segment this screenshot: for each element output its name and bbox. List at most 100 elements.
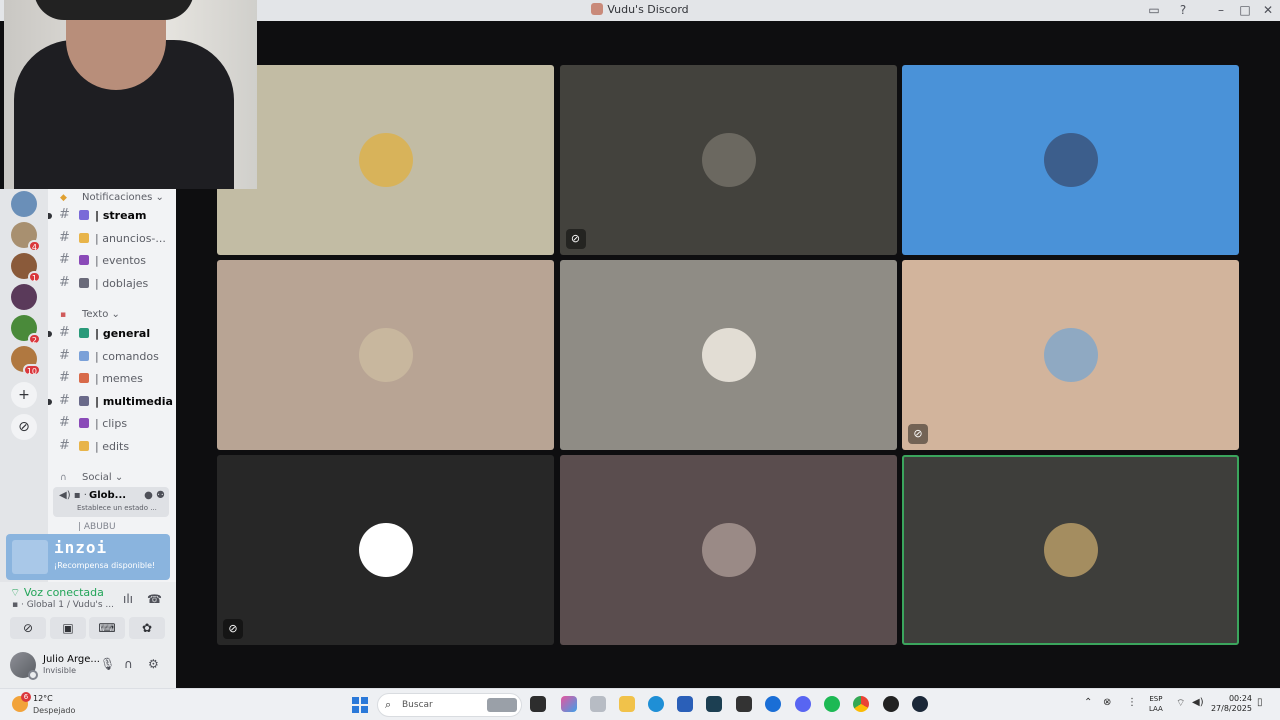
hash-icon: #	[59, 347, 70, 363]
hash-icon: #	[59, 415, 70, 431]
participant-tile[interactable]	[559, 260, 897, 450]
close-icon[interactable]: ✕	[1259, 2, 1277, 18]
mention-badge: 1	[27, 271, 41, 283]
chrome-icon[interactable]	[853, 696, 869, 712]
server-icon[interactable]: 4	[11, 222, 41, 252]
participant-avatar	[701, 133, 756, 187]
noise-suppression-icon[interactable]: ılı	[123, 592, 133, 606]
user-panel: Julio Arge... Invisible 🎙︎ ∩ ⚙	[0, 646, 176, 688]
participant-tile[interactable]: ⊘	[559, 65, 897, 255]
channel-name: | general	[95, 327, 151, 340]
chat-icon[interactable]: ● ⚉	[144, 490, 165, 501]
participant-avatar	[359, 328, 413, 382]
channel-item[interactable]: # | comandos	[48, 347, 176, 367]
chevron-up-icon[interactable]: ⌃	[1084, 697, 1092, 708]
channel-name: | doblajes	[95, 276, 149, 290]
participant-avatar	[701, 523, 756, 577]
wifi-icon[interactable]: ⌔	[1176, 697, 1185, 710]
hash-icon: #	[59, 438, 70, 453]
channel-emoji-icon	[79, 255, 89, 266]
edge-icon[interactable]	[648, 696, 664, 712]
camera-off-button[interactable]: ⊘	[10, 617, 46, 639]
server-icon[interactable]: 1	[11, 253, 41, 283]
channel-item[interactable]: # | clips	[48, 414, 176, 434]
copilot-icon[interactable]	[561, 696, 577, 712]
clock[interactable]: 00:24 27/8/2025	[1208, 694, 1252, 714]
muted-mic-icon: ⊘	[565, 229, 586, 249]
voice-status[interactable]: ⌔ Voz conectada	[10, 586, 104, 600]
task-view-icon[interactable]	[530, 696, 546, 712]
channel-emoji-icon	[79, 210, 89, 220]
participant-tile[interactable]	[902, 455, 1239, 645]
channel-emoji-icon	[79, 328, 89, 338]
widgets-icon[interactable]	[590, 696, 606, 712]
participant-tile[interactable]	[217, 260, 554, 450]
app-icon-4[interactable]	[883, 696, 899, 712]
webcam-overlay	[4, 0, 257, 189]
bell-icon: ◆	[60, 193, 67, 203]
category-social[interactable]: ∩ Social ⌄	[60, 472, 123, 483]
notification-bell-icon[interactable]: ▯	[1257, 697, 1263, 708]
taskbar-search[interactable]: ⌕ Buscar	[377, 693, 522, 717]
windows-start-icon[interactable]	[352, 697, 368, 713]
microphone-icon[interactable]: 🎙︎	[100, 657, 115, 671]
discord-icon[interactable]	[795, 696, 811, 712]
temperature: 12°C	[33, 694, 53, 703]
server-icon[interactable]: 2	[11, 315, 41, 345]
network-off-icon[interactable]: ⊗	[1103, 697, 1111, 708]
microphone-icon[interactable]: ⋮	[1127, 697, 1137, 708]
inbox-icon[interactable]: ▭	[1145, 2, 1163, 18]
app-icon-2[interactable]	[736, 696, 752, 712]
server-icon[interactable]	[11, 284, 37, 310]
voice-channel-global[interactable]: ◀) ▪ · Glob... ● ⚉ Establece un estado .…	[53, 487, 169, 517]
add-server-icon[interactable]: +	[11, 382, 37, 408]
store-icon[interactable]	[677, 696, 693, 712]
steam-icon[interactable]	[912, 696, 928, 712]
app-icon-3[interactable]	[765, 696, 781, 712]
server-icon[interactable]: 10	[11, 346, 41, 376]
category-notificaciones[interactable]: ◆ Notificaciones ⌄	[60, 192, 164, 203]
channel-item[interactable]: # | eventos	[48, 251, 176, 271]
promo-banner[interactable]: inzoi ¡Recompensa disponible!	[6, 534, 170, 580]
disconnect-icon[interactable]: ☎	[147, 592, 162, 606]
channel-name: | eventos	[95, 254, 146, 268]
channel-item[interactable]: # | memes	[48, 369, 176, 389]
participant-tile[interactable]	[559, 455, 897, 645]
screen-share-button[interactable]: ▣	[50, 617, 86, 639]
channel-item[interactable]: # | anuncios-...	[48, 229, 176, 249]
participant-tile[interactable]: ⊘	[217, 455, 554, 645]
activity-button[interactable]: ⌨	[89, 617, 125, 639]
channel-item[interactable]: # | edits	[48, 437, 176, 457]
participant-avatar	[359, 523, 413, 577]
minimize-icon[interactable]: –	[1212, 2, 1230, 18]
voice-user-abubu[interactable]: | ABUBU	[78, 522, 116, 532]
channel-name: | multimedia	[95, 394, 173, 408]
category-texto[interactable]: ▪ Texto ⌄	[60, 309, 120, 320]
username[interactable]: Julio Arge...	[43, 654, 100, 665]
volume-icon[interactable]: ◀)	[1192, 697, 1204, 708]
server-icon[interactable]	[11, 191, 37, 217]
channel-item[interactable]: # | stream	[48, 206, 176, 226]
participant-avatar	[1044, 133, 1098, 187]
discover-icon[interactable]: ⊘	[11, 414, 37, 440]
promo-image	[12, 540, 48, 574]
file-explorer-icon[interactable]	[619, 696, 635, 712]
channel-item[interactable]: # | general	[48, 324, 176, 344]
maximize-icon[interactable]: □	[1236, 2, 1254, 18]
participant-avatar	[1044, 523, 1098, 577]
soundboard-button[interactable]: ✿	[129, 617, 165, 639]
participant-tile[interactable]	[902, 65, 1239, 255]
spotify-icon[interactable]	[824, 696, 840, 712]
unread-indicator	[48, 213, 52, 219]
app-icon[interactable]	[706, 696, 722, 712]
channel-item[interactable]: # | multimedia	[48, 392, 176, 412]
participant-tile[interactable]: ⊘	[902, 260, 1239, 450]
headphones-icon[interactable]: ∩	[124, 657, 133, 671]
participant-tile[interactable]	[217, 65, 554, 255]
channel-item[interactable]: # | doblajes	[48, 274, 176, 294]
help-icon[interactable]: ?	[1174, 2, 1192, 18]
settings-gear-icon[interactable]: ⚙	[148, 657, 159, 671]
muted-mic-icon: ⊘	[223, 619, 243, 639]
promo-logo: inzoi	[54, 538, 108, 557]
language-indicator[interactable]: ESP LAA	[1149, 694, 1163, 714]
